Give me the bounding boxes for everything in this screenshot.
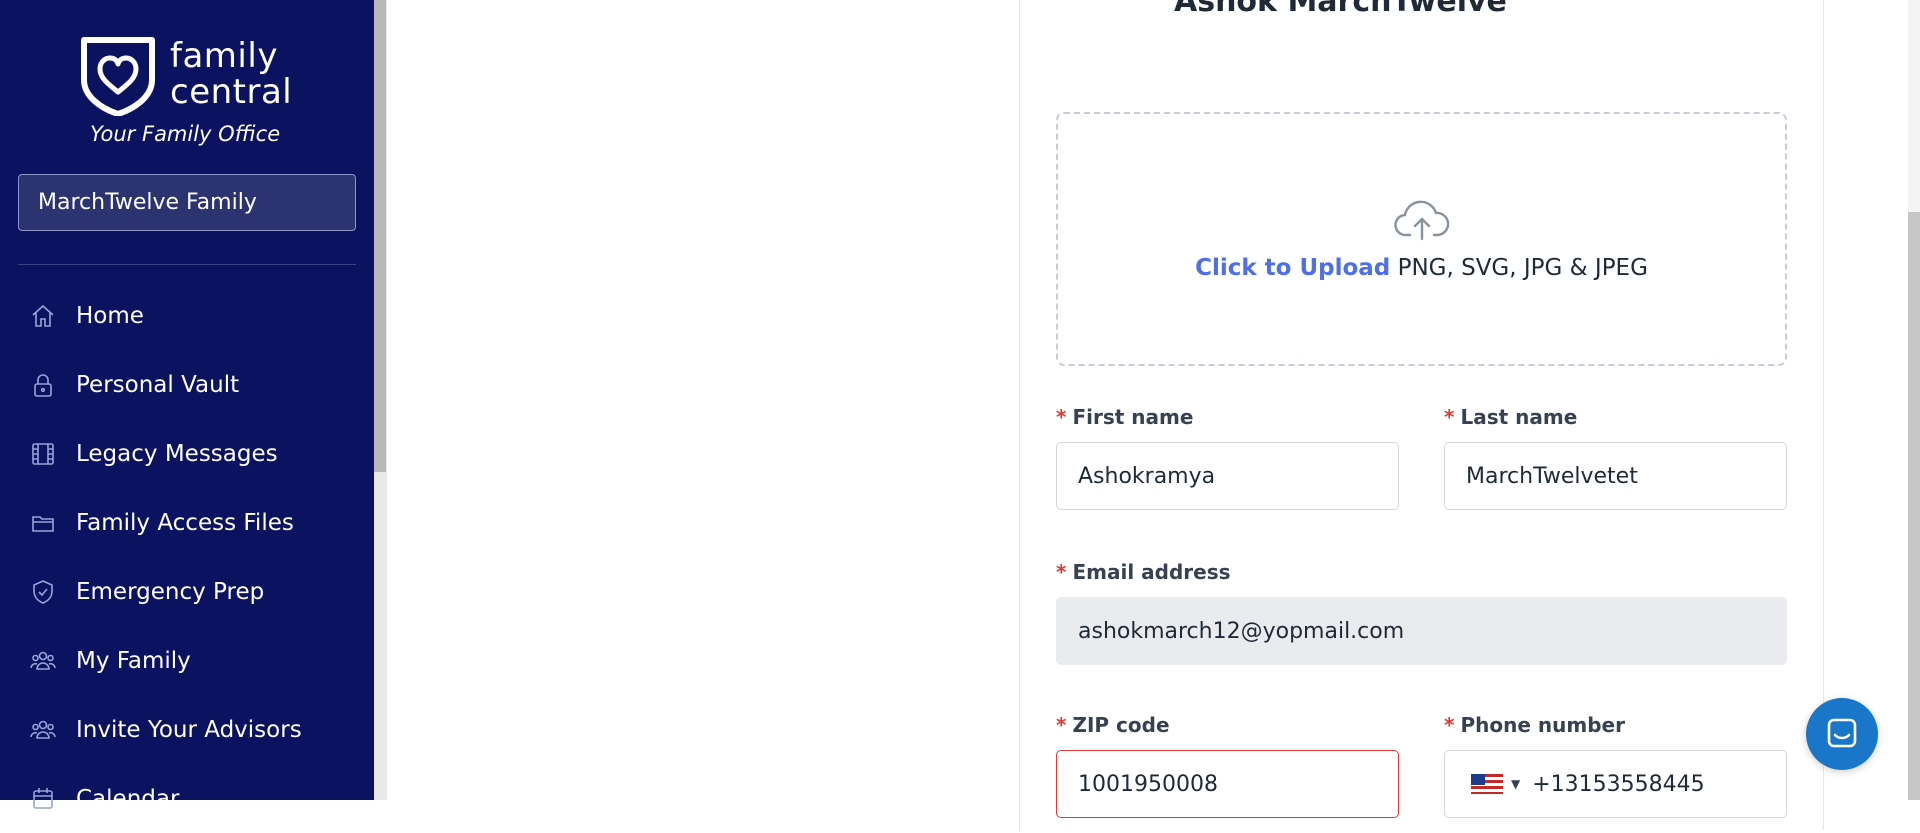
last-name-label: * Last name <box>1444 405 1577 429</box>
sidebar-item-personal-vault[interactable]: Personal Vault <box>0 350 374 419</box>
brand-name-line1: family <box>170 36 278 76</box>
sidebar-item-emergency-prep[interactable]: Emergency Prep <box>0 557 374 626</box>
sidebar-item-label: Invite Your Advisors <box>76 716 302 743</box>
upload-instructions: Click to Upload PNG, SVG, JPG & JPEG <box>1195 255 1648 281</box>
brand-wordmark: family central <box>170 38 292 110</box>
sidebar-item-calendar[interactable]: Calendar <box>0 764 374 833</box>
upload-formats: PNG, SVG, JPG & JPEG <box>1390 255 1648 281</box>
first-name-label-text: First name <box>1072 405 1194 429</box>
us-flag-icon[interactable] <box>1471 774 1503 794</box>
sidebar-divider <box>18 264 356 265</box>
lock-icon <box>28 370 58 400</box>
page-scrollbar-thumb[interactable] <box>1908 212 1920 800</box>
zip-code-input[interactable] <box>1056 750 1399 818</box>
sidebar-item-label: Calendar <box>76 785 180 812</box>
heart-shield-icon <box>81 37 155 116</box>
zip-label: * ZIP code <box>1056 713 1170 737</box>
profile-name-heading: Ashok MarchTwelve <box>1174 0 1507 19</box>
required-marker: * <box>1056 560 1067 584</box>
country-dropdown-caret-icon[interactable]: ▼ <box>1511 777 1520 791</box>
users-icon <box>28 715 58 745</box>
family-central-logo[interactable]: family central Your Family Office <box>78 34 298 154</box>
sidebar-nav: Home Personal Vault Legacy Messages Fami… <box>0 281 374 833</box>
chat-bubble-icon <box>1827 718 1857 748</box>
home-icon <box>28 301 58 331</box>
photo-upload-dropzone[interactable]: Click to Upload PNG, SVG, JPG & JPEG <box>1056 112 1787 366</box>
zip-label-text: ZIP code <box>1072 713 1170 737</box>
film-icon <box>28 439 58 469</box>
sidebar-item-invite-advisors[interactable]: Invite Your Advisors <box>0 695 374 764</box>
phone-number-input[interactable] <box>1532 771 1753 797</box>
click-to-upload-link[interactable]: Click to Upload <box>1195 255 1390 281</box>
sidebar-item-label: Home <box>76 302 144 329</box>
sidebar-item-label: Personal Vault <box>76 371 240 398</box>
folder-icon <box>28 508 58 538</box>
family-selector[interactable]: MarchTwelve Family <box>18 174 356 231</box>
sidebar-item-family-access-files[interactable]: Family Access Files <box>0 488 374 557</box>
family-selector-value: MarchTwelve Family <box>38 190 257 215</box>
users-icon <box>28 646 58 676</box>
chat-support-button[interactable] <box>1806 698 1878 770</box>
sidebar-item-legacy-messages[interactable]: Legacy Messages <box>0 419 374 488</box>
brand-tagline: Your Family Office <box>90 122 281 146</box>
email-field[interactable] <box>1056 597 1787 665</box>
sidebar-item-label: Legacy Messages <box>76 440 278 467</box>
brand-name-line2: central <box>170 72 293 112</box>
first-name-label: * First name <box>1056 405 1193 429</box>
required-marker: * <box>1056 713 1067 737</box>
shield-check-icon <box>28 577 58 607</box>
email-label: * Email address <box>1056 560 1231 584</box>
email-label-text: Email address <box>1072 560 1231 584</box>
calendar-icon <box>28 784 58 814</box>
last-name-input[interactable] <box>1444 442 1787 510</box>
sidebar-item-label: Emergency Prep <box>76 578 265 605</box>
phone-number-field: ▼ <box>1444 750 1787 818</box>
sidebar-item-home[interactable]: Home <box>0 281 374 350</box>
phone-label-text: Phone number <box>1460 713 1625 737</box>
first-name-input[interactable] <box>1056 442 1399 510</box>
phone-label: * Phone number <box>1444 713 1625 737</box>
sidebar-item-label: Family Access Files <box>76 509 294 536</box>
sidebar-item-my-family[interactable]: My Family <box>0 626 374 695</box>
sidebar-scrollbar-thumb[interactable] <box>374 0 386 472</box>
required-marker: * <box>1056 405 1067 429</box>
required-marker: * <box>1444 405 1455 429</box>
sidebar-item-label: My Family <box>76 647 191 674</box>
last-name-label-text: Last name <box>1460 405 1578 429</box>
sidebar: family central Your Family Office MarchT… <box>0 0 374 812</box>
required-marker: * <box>1444 713 1455 737</box>
cloud-upload-icon <box>1392 197 1452 249</box>
